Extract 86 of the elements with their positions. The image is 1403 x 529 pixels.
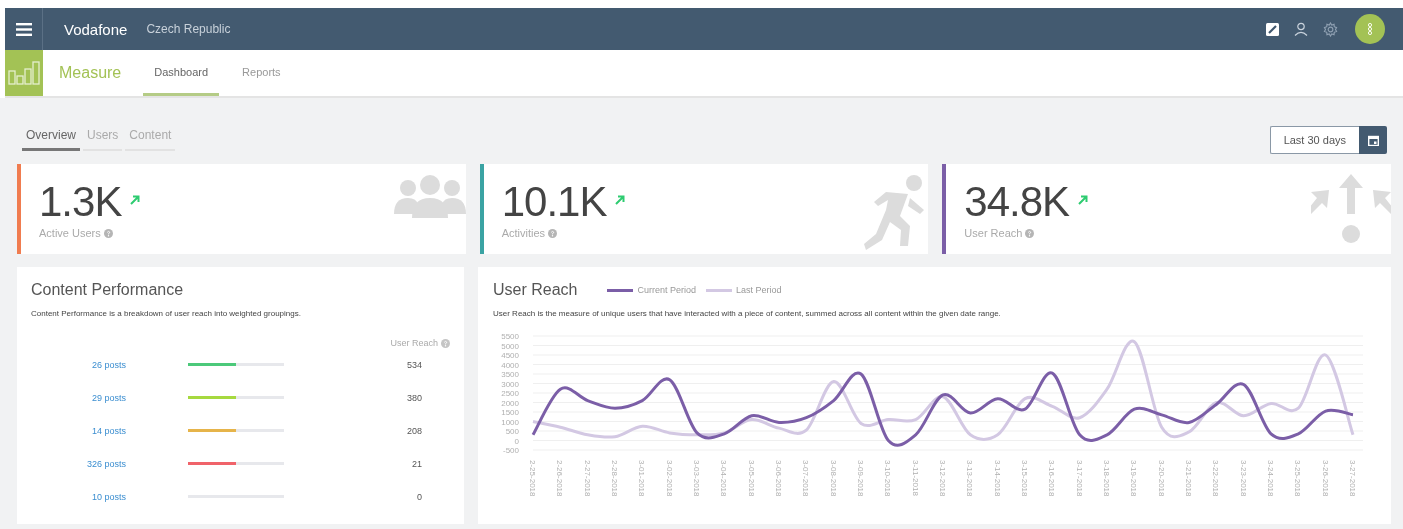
module-title: Measure [59, 64, 122, 82]
posts-link[interactable]: 29 posts [31, 392, 126, 403]
stat-value: 10.1K [501, 180, 607, 224]
x-axis-label: 3-15-2018 [1020, 460, 1029, 497]
nav-tab[interactable]: Reports [231, 50, 292, 96]
x-axis-label: 3-23-2018 [1238, 460, 1248, 497]
posts-link[interactable]: 26 posts [31, 359, 126, 370]
reach-value: 380 [405, 392, 423, 403]
x-axis-label: 3-08-2018 [828, 460, 838, 497]
y-axis-label: 1500 [501, 408, 519, 417]
x-axis-label: 3-26-2018 [1320, 460, 1330, 497]
x-axis-label: 2-27-2018 [582, 460, 592, 497]
x-axis-label: 3-10-2018 [883, 460, 893, 497]
panel-title: User Reach [493, 281, 578, 299]
x-axis-label: 2-25-2018 [528, 460, 537, 497]
posts-link[interactable]: 326 posts [31, 458, 126, 469]
reach-value: 21 [411, 458, 423, 469]
reach-value: 0 [416, 491, 423, 502]
x-axis-label: 3-25-2018 [1293, 460, 1303, 497]
x-axis-label: 3-21-2018 [1184, 460, 1193, 497]
y-axis-label: 500 [505, 427, 519, 436]
posts-link[interactable]: 10 posts [31, 491, 126, 502]
y-axis-label: 2000 [501, 398, 519, 408]
legend-label: Current Period [637, 285, 696, 295]
x-axis-label: 3-03-2018 [692, 460, 701, 497]
stat-value: 34.8K [964, 180, 1070, 224]
x-axis-label: 3-13-2018 [965, 460, 975, 497]
x-axis-label: 3-14-2018 [992, 460, 1002, 497]
y-axis-label: -500 [503, 446, 519, 455]
panel-title: Content Performance [31, 281, 185, 299]
column-header: User Reach [390, 338, 438, 348]
user-icon[interactable] [1294, 22, 1308, 36]
y-axis-label: 1000 [501, 417, 519, 427]
x-axis-label: 3-04-2018 [719, 460, 729, 497]
view-tab[interactable]: Overview [22, 128, 80, 151]
y-axis-label: 4000 [501, 360, 519, 370]
x-axis-label: 2-26-2018 [555, 460, 565, 497]
reach-value: 208 [405, 425, 423, 436]
x-axis-label: 3-24-2018 [1266, 460, 1275, 497]
users-icon [393, 174, 466, 218]
stat-label: User Reach [964, 227, 1023, 239]
posts-link[interactable]: 14 posts [31, 425, 126, 436]
y-axis-label: 3500 [501, 370, 519, 379]
edit-icon[interactable] [1266, 22, 1279, 36]
x-axis-label: 3-18-2018 [1102, 460, 1111, 497]
stat-value: 1.3K [39, 180, 122, 224]
trend-up-icon [614, 194, 627, 206]
x-axis-label: 3-05-2018 [746, 460, 756, 497]
panel-description: User Reach is the measure of unique users that have interacted with a piece of content, summed across all content within the given date range. [493, 309, 1002, 318]
calendar-icon [1367, 134, 1379, 146]
view-tab[interactable]: Users [83, 128, 123, 151]
brand-name: Vodafone [64, 20, 128, 38]
x-axis-label: 3-12-2018 [938, 460, 947, 497]
y-axis-label: 4500 [501, 351, 519, 360]
avatar-icon[interactable] [1355, 14, 1385, 44]
x-axis-label: 3-16-2018 [1047, 460, 1057, 497]
calendar-button[interactable] [1359, 126, 1387, 154]
y-axis-label: 5000 [501, 341, 519, 351]
menu-icon [15, 22, 32, 36]
y-axis-label: 5500 [501, 332, 519, 341]
x-axis-label: 3-22-2018 [1211, 460, 1221, 497]
view-tab[interactable]: Content [125, 128, 176, 151]
x-axis-label: 3-11-2018 [910, 460, 920, 496]
region-label: Czech Republic [146, 22, 231, 36]
reach-value: 534 [405, 359, 423, 370]
x-axis-label: 3-07-2018 [801, 460, 811, 497]
stat-label: Active Users [39, 227, 101, 239]
x-axis-label: 3-09-2018 [856, 460, 865, 497]
y-axis-label: 2500 [501, 389, 519, 398]
trend-up-icon [1077, 194, 1090, 206]
panel-description: Content Performance is a breakdown of user reach into weighted groupings. [31, 309, 302, 318]
stat-label: Activities [501, 227, 546, 239]
trend-up-icon [129, 194, 142, 206]
x-axis-label: 3-19-2018 [1129, 460, 1139, 497]
x-axis-label: 3-06-2018 [774, 460, 783, 497]
settings-icon[interactable] [1323, 21, 1338, 37]
date-range-button[interactable]: Last 30 days [1269, 126, 1359, 154]
x-axis-label: 3-02-2018 [664, 460, 674, 497]
x-axis-label: 3-20-2018 [1156, 460, 1166, 497]
x-axis-label: 3-01-2018 [637, 460, 647, 497]
y-axis-label: 3000 [501, 379, 519, 389]
x-axis-label: 2-28-2018 [610, 460, 619, 497]
bar-chart-icon [8, 61, 40, 85]
x-axis-label: 3-27-2018 [1348, 460, 1357, 497]
x-axis-label: 3-17-2018 [1074, 460, 1084, 497]
legend-label: Last Period [736, 285, 782, 295]
